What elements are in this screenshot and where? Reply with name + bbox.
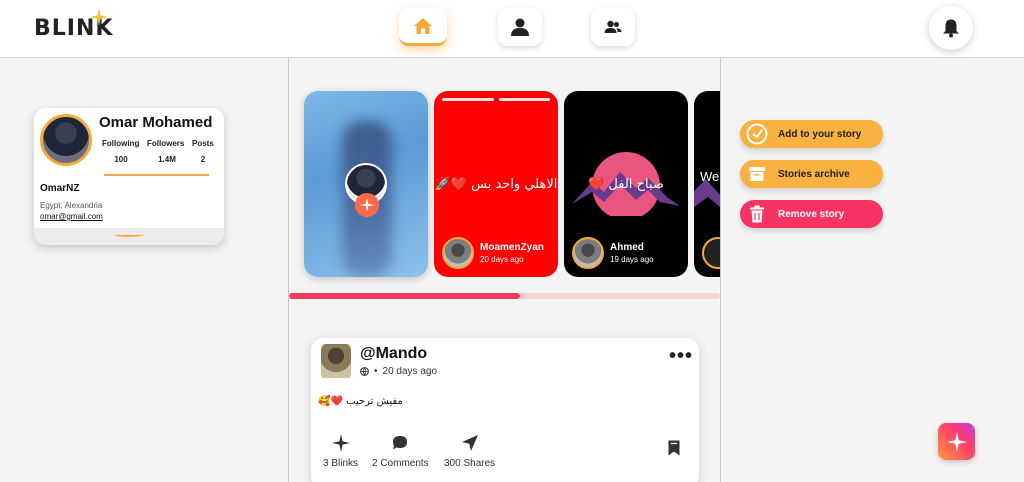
logo-star-icon (90, 8, 108, 26)
story-avatar (442, 237, 474, 269)
story-progress-segment (442, 98, 494, 101)
stories-archive-label: Stories archive (778, 168, 850, 180)
globe-icon (360, 367, 369, 376)
sparkle-icon (331, 434, 350, 452)
stat-label-followers: Followers (147, 139, 185, 148)
profile-card[interactable]: Omar Mohamed Following Followers Posts 1… (34, 108, 224, 245)
story-username: Ahmed (610, 242, 644, 253)
stories-scrollbar-thumb[interactable] (289, 293, 521, 299)
post-username[interactable]: @Mando (360, 345, 427, 363)
home-icon (414, 17, 432, 34)
post-card: @Mando • 20 days ago ••• مفيش ترحيب ❤️🥰 … (311, 338, 699, 482)
add-to-story-button[interactable]: Add to your story (740, 120, 883, 148)
bookmark-button[interactable] (667, 440, 681, 461)
stat-value-following: 100 (114, 155, 128, 164)
blink-button[interactable]: 3 Blinks (323, 434, 358, 469)
remove-story-label: Remove story (778, 208, 845, 220)
comments-count: 2 Comments (372, 458, 429, 469)
story-text: الاهلي واحد بس ❤️🚀 (434, 177, 558, 192)
comment-button[interactable]: 2 Comments (372, 434, 429, 469)
stat-value-posts: 2 (200, 155, 206, 164)
trash-icon (750, 205, 764, 223)
stat-label-posts: Posts (192, 139, 214, 148)
comment-icon (393, 436, 408, 450)
add-story-sparkle-icon[interactable] (355, 193, 379, 217)
story-card[interactable]: الاهلي واحد بس ❤️🚀 MoamenZyan 20 days ag… (434, 91, 558, 277)
users-icon (604, 20, 622, 33)
post-meta: • 20 days ago (360, 366, 437, 377)
chevron-down-icon (114, 232, 144, 237)
story-text: We (700, 169, 720, 184)
more-options-button[interactable]: ••• (669, 346, 693, 366)
post-time: 20 days ago (382, 366, 438, 377)
notifications-button[interactable] (929, 6, 973, 50)
story-card[interactable]: صباح الفل ❤️ Ahmed 19 days ago (564, 91, 688, 277)
nav-home-button[interactable] (399, 8, 447, 46)
post-avatar[interactable] (321, 344, 351, 378)
share-button[interactable]: 300 Shares (444, 434, 495, 469)
stat-value-followers: 1.4M (158, 155, 176, 164)
profile-location: Egypt, Alexandria (40, 201, 103, 210)
top-navbar: BLINK (0, 0, 1024, 58)
bell-icon (943, 19, 959, 38)
profile-expand-toggle[interactable] (34, 228, 224, 245)
story-username: MoamenZyan (480, 242, 544, 253)
profile-handle: OmarNZ (40, 183, 80, 194)
post-text: مفيش ترحيب ❤️🥰 (318, 396, 403, 407)
add-story-icon (746, 123, 768, 145)
profile-divider (104, 174, 209, 176)
add-story-card[interactable] (304, 91, 428, 277)
story-time: 20 days ago (480, 255, 524, 264)
sparkle-icon (946, 431, 967, 452)
bookmark-icon (668, 440, 680, 456)
left-column-divider (288, 58, 289, 482)
stat-label-following: Following (102, 139, 140, 148)
shares-count: 300 Shares (444, 458, 496, 469)
meta-separator: • (374, 366, 378, 377)
stories-archive-button[interactable]: Stories archive (740, 160, 883, 188)
send-icon (461, 435, 478, 451)
profile-email[interactable]: omar@gmail.com (40, 212, 103, 221)
avatar[interactable] (40, 114, 92, 166)
story-avatar (572, 237, 604, 269)
archive-icon (749, 167, 765, 181)
user-icon (511, 18, 529, 36)
story-card[interactable]: We (694, 91, 720, 277)
nav-friends-button[interactable] (591, 8, 635, 46)
nav-profile-button[interactable] (498, 8, 542, 46)
add-to-story-label: Add to your story (778, 128, 862, 140)
profile-name: Omar Mohamed (99, 114, 213, 131)
remove-story-button[interactable]: Remove story (740, 200, 883, 228)
story-avatar (702, 237, 720, 269)
story-progress-segment (499, 98, 550, 101)
story-text: صباح الفل ❤️ (588, 177, 664, 192)
story-time: 19 days ago (610, 255, 654, 264)
create-blink-button[interactable] (938, 423, 975, 460)
right-column-divider (720, 58, 721, 482)
blinks-count: 3 Blinks (323, 458, 359, 469)
